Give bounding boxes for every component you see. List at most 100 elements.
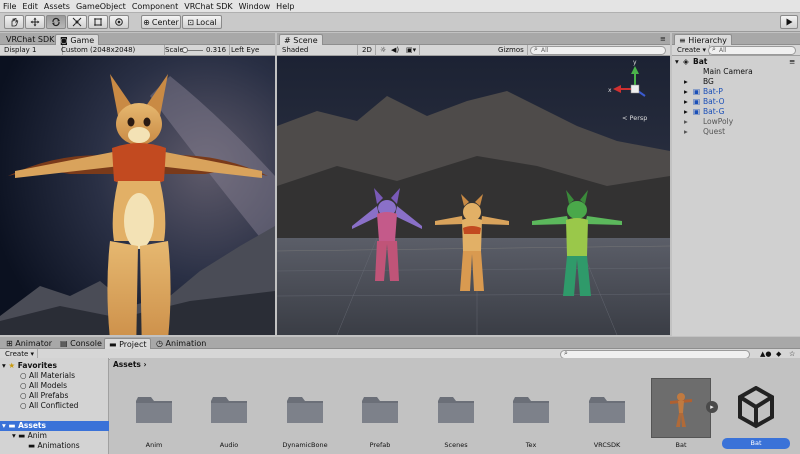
rotate-tool-button[interactable] [46,15,66,29]
hierarchy-item[interactable]: ▸ Quest [672,127,800,137]
favorite-item-label: All Prefabs [28,391,69,400]
expand-model-button[interactable]: ▸ [706,401,718,413]
mode-2d-toggle[interactable]: 2D [359,45,376,56]
tree-folder[interactable]: ▾ ▬ Anim [12,431,47,441]
collapse-arrow-icon[interactable]: ▸ [684,87,688,97]
scene-viewport[interactable]: x y < Persp [277,56,670,335]
asset-label[interactable]: DynamicBone [270,441,340,449]
rotate-icon [52,17,60,27]
folder-icon[interactable] [362,395,398,423]
asset-label[interactable]: VRCSDK [572,441,642,449]
hierarchy-item[interactable]: ▸ ▣ Bat-O [672,97,800,107]
rect-icon [94,18,102,26]
asset-label[interactable]: Prefab [345,441,415,449]
menu-gameobject[interactable]: GameObject [73,0,129,13]
game-tabstrip: VRChat SDK ◙ Game [0,33,275,46]
space-label: Local [195,17,217,27]
favorite-item[interactable]: ○ All Materials [20,371,75,381]
selected-asset-label[interactable]: Bat [722,438,790,449]
scale-slider-handle[interactable] [182,47,188,53]
shading-dropdown[interactable]: Shaded [279,45,358,56]
collapse-arrow-icon[interactable]: ▸ [684,127,688,137]
tab-animator[interactable]: ⊞ Animator [2,338,56,349]
favorites-header[interactable]: ▾ ★ Favorites [2,361,57,371]
tab-console[interactable]: ▤ Console [56,338,106,349]
pivot-label: Center [151,17,179,27]
project-create-label: Create [5,350,29,358]
folder-icon[interactable] [287,395,323,423]
menu-edit[interactable]: Edit [19,0,41,13]
resolution-dropdown[interactable]: Custom (2048x2048) [58,45,165,56]
pivot-center-toggle[interactable]: ⊕ Center [141,15,181,29]
bat-model-thumbnail[interactable] [651,378,711,438]
hierarchy-item-label: Main Camera [703,67,753,76]
folder-icon[interactable] [589,395,625,423]
collapse-arrow-icon[interactable]: ▸ [684,97,688,107]
game-viewport[interactable] [0,56,275,335]
tab-vrchat-sdk[interactable]: VRChat SDK [2,34,58,45]
menu-component[interactable]: Component [129,0,181,13]
scale-icon [72,17,82,27]
asset-label[interactable]: Audio [194,441,264,449]
hierarchy-item[interactable]: ▸ ▣ Bat-P [672,87,800,97]
folder-icon[interactable] [136,395,172,423]
unity-logo-icon[interactable] [736,386,776,430]
folder-icon[interactable] [438,395,474,423]
favorite-item-label: All Materials [28,371,75,380]
rect-tool-button[interactable] [88,15,108,29]
gizmos-dropdown[interactable]: Gizmos [495,45,528,56]
hand-tool-button[interactable] [4,15,24,29]
folder-icon[interactable] [513,395,549,423]
tab-console-label: Console [70,339,102,348]
pivot-local-toggle[interactable]: ⊡ Local [182,15,222,29]
project-search-icon: ⌕ [564,349,568,357]
panel-menu-icon[interactable]: ≡ [660,35,666,43]
assets-tree-root[interactable]: ▾ ▬ Assets [0,421,109,431]
menu-assets[interactable]: Assets [41,0,73,13]
asset-label[interactable]: Tex [496,441,566,449]
hierarchy-item[interactable]: ▸ BG [672,77,800,87]
scene-search-input[interactable]: ⌕ All [530,45,666,55]
collapse-arrow-icon[interactable]: ▸ [684,77,688,87]
effects-icon[interactable]: ▣▾ [403,45,421,56]
audio-icon[interactable]: ◀) [388,45,402,56]
hierarchy-item[interactable]: Main Camera [672,67,800,77]
favorite-item[interactable]: ○ All Conflicted [20,401,78,411]
eye-dropdown[interactable]: Left Eye [228,45,262,56]
tree-folder[interactable]: ▬ Animations [28,441,80,451]
move-tool-button[interactable] [25,15,45,29]
play-button[interactable] [780,15,798,29]
hierarchy-item[interactable]: ▸ LowPoly [672,117,800,127]
favorite-item-label: All Conflicted [28,401,79,410]
asset-label[interactable]: Scenes [421,441,491,449]
hierarchy-create-button[interactable]: Create ▾ [674,45,711,56]
breadcrumb[interactable]: Assets › [113,360,147,369]
asset-label[interactable]: Bat [646,441,716,449]
menu-window[interactable]: Window [236,0,274,13]
transform-tool-button[interactable] [109,15,129,29]
project-folder-icon: ▬ [109,340,120,349]
folder-icon[interactable] [211,395,247,423]
display-dropdown[interactable]: Display 1 [1,45,63,56]
favorite-item[interactable]: ○ All Models [20,381,67,391]
tab-animation[interactable]: ◷ Animation [152,338,210,349]
collapse-arrow-icon[interactable]: ▸ [684,117,688,127]
hierarchy-item-label: Bat-G [703,107,725,116]
tab-game-label: Game [70,36,95,45]
expand-arrow-icon[interactable]: ▾ [675,57,679,67]
asset-label[interactable]: Anim [119,441,189,449]
menu-vrchat-sdk[interactable]: VRChat SDK [181,0,235,13]
collapse-arrow-icon[interactable]: ▸ [684,107,688,117]
persp-label[interactable]: < Persp [622,114,647,122]
hierarchy-search-input[interactable]: ⌕ All [708,45,796,55]
transform-icon [115,18,123,26]
menu-file[interactable]: File [0,0,19,13]
scene-menu-icon[interactable]: ≡ [789,57,795,67]
favorite-item-label: All Models [28,381,68,390]
hierarchy-item[interactable]: ▸ ▣ Bat-G [672,107,800,117]
favorite-item[interactable]: ○ All Prefabs [20,391,68,401]
hierarchy-item-label: Bat-O [703,97,725,106]
menu-help[interactable]: Help [273,0,297,13]
hierarchy-scene-root[interactable]: ▾ ◈ Bat ≡ [672,57,800,67]
scale-tool-button[interactable] [67,15,87,29]
